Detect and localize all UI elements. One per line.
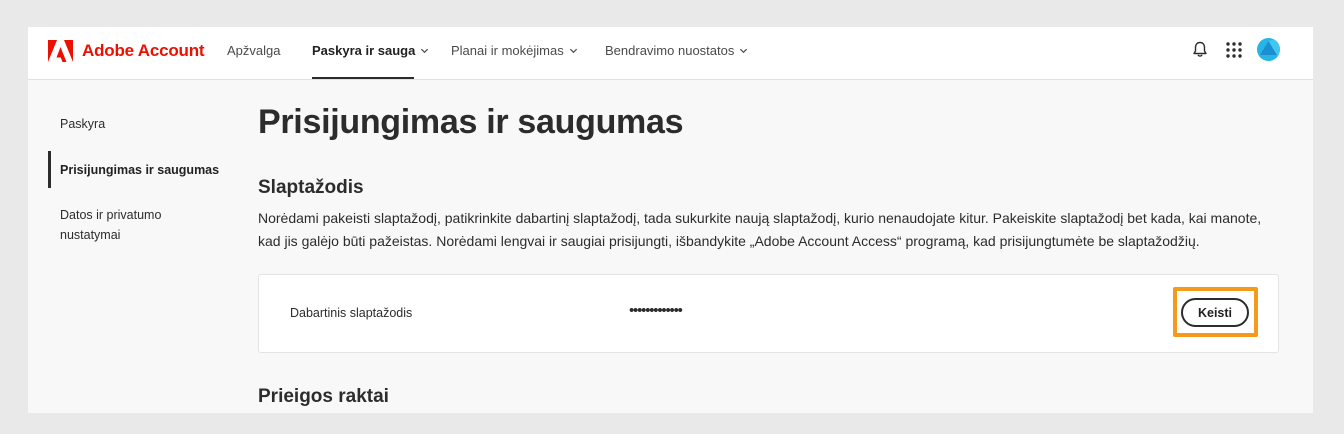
chevron-down-icon bbox=[421, 48, 429, 54]
sidebar-item-label: Datos ir privatumo nustatymai bbox=[60, 208, 162, 242]
current-password-card: Dabartinis slaptažodis ••••••••••••• Kei… bbox=[258, 274, 1279, 353]
brand-name: Adobe Account bbox=[82, 41, 205, 60]
sidebar-item-signin-security[interactable]: Prisijungimas ir saugumas bbox=[60, 160, 219, 180]
change-password-button[interactable]: Keisti bbox=[1181, 298, 1249, 327]
sidebar-item-data-privacy[interactable]: Datos ir privatumo nustatymai bbox=[60, 205, 190, 245]
nav-communication-prefs-label: Bendravimo nuostatos bbox=[605, 43, 735, 58]
nav-communication-prefs[interactable]: Bendravimo nuostatos bbox=[605, 43, 748, 58]
sidebar-item-account[interactable]: Paskyra bbox=[60, 114, 105, 134]
app-frame: Adobe Account Apžvalga Paskyra ir sauga … bbox=[28, 27, 1313, 413]
chevron-down-icon bbox=[740, 48, 748, 54]
current-password-label: Dabartinis slaptažodis bbox=[290, 306, 413, 320]
nav-account-security-label: Paskyra ir sauga bbox=[312, 43, 416, 58]
nav-plans-payments[interactable]: Planai ir mokėjimas bbox=[451, 43, 578, 58]
bell-icon[interactable] bbox=[1192, 41, 1208, 58]
current-password-value: ••••••••••••• bbox=[629, 302, 683, 319]
apps-grid-icon[interactable] bbox=[1226, 42, 1242, 58]
avatar[interactable] bbox=[1257, 38, 1280, 61]
password-section-title: Slaptažodis bbox=[258, 177, 364, 198]
page-title: Prisijungimas ir saugumas bbox=[258, 103, 684, 141]
avatar-graphic bbox=[1260, 38, 1280, 61]
adobe-logo-icon bbox=[48, 40, 73, 62]
sidebar-item-label: Paskyra bbox=[60, 117, 106, 131]
password-section-description: Norėdami pakeisti slaptažodį, patikrinki… bbox=[258, 210, 1262, 249]
passkeys-section-title: Prieigos raktai bbox=[258, 386, 389, 407]
nav-account-security[interactable]: Paskyra ir sauga bbox=[312, 43, 429, 58]
nav-plans-payments-label: Planai ir mokėjimas bbox=[451, 43, 564, 58]
sidebar-active-indicator bbox=[48, 151, 51, 188]
nav-overview-label: Apžvalga bbox=[227, 43, 281, 58]
nav-overview[interactable]: Apžvalga bbox=[227, 43, 280, 58]
active-tab-indicator bbox=[312, 77, 414, 79]
sidebar-item-label: Prisijungimas ir saugumas bbox=[60, 163, 220, 177]
chevron-down-icon bbox=[569, 48, 577, 54]
top-navigation: Adobe Account Apžvalga Paskyra ir sauga … bbox=[28, 27, 1313, 80]
brand-link[interactable]: Adobe Account bbox=[48, 40, 205, 62]
